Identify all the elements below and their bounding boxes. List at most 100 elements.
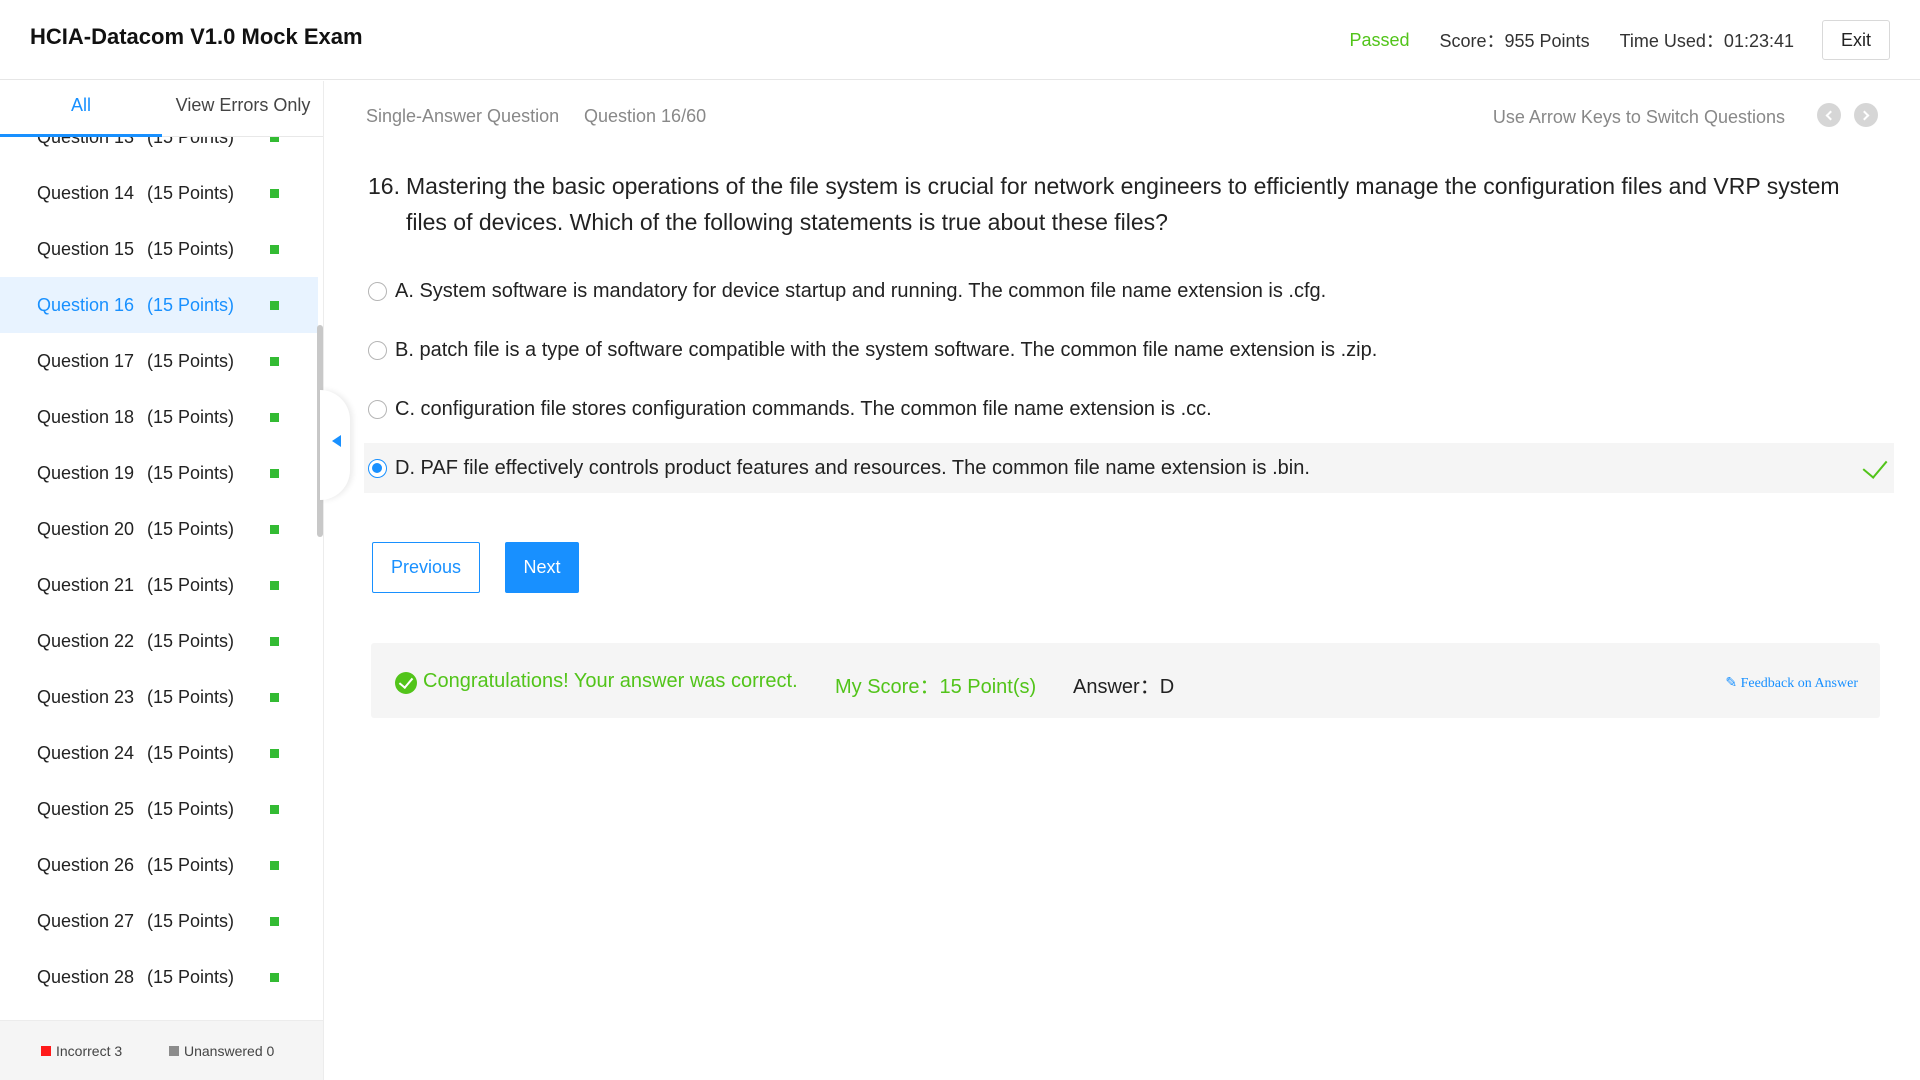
feedback-label: Feedback on Answer — [1740, 676, 1858, 691]
question-item[interactable]: Question 14 (15 Points) — [0, 165, 318, 221]
answered-correct-marker — [270, 692, 279, 702]
question-label: Question 26 — [37, 854, 135, 875]
option-c-radio[interactable] — [368, 399, 387, 419]
prev-question-arrow-button[interactable] — [1817, 103, 1841, 127]
question-points: (15 Points) — [147, 798, 235, 819]
answered-correct-marker — [270, 804, 279, 814]
question-label: Question 18 — [37, 406, 135, 427]
incorrect-swatch-icon — [41, 1046, 51, 1056]
exam-title: HCIA-Datacom V1.0 Mock Exam — [30, 24, 363, 49]
total-score: Score：955 Points — [1439, 31, 1590, 51]
question-label: Question 19 — [37, 462, 135, 483]
question-sidebar: All View Errors Only Question 13 (15 Poin… — [0, 81, 324, 1080]
question-points: (15 Points) — [147, 137, 234, 148]
question-item[interactable]: Question 27 (15 Points) — [0, 893, 318, 949]
success-check-icon — [395, 672, 417, 694]
option-a-radio[interactable] — [368, 281, 387, 301]
next-button[interactable]: Next — [505, 542, 579, 593]
question-points: (15 Points) — [147, 966, 235, 987]
collapse-arrow-icon[interactable] — [332, 435, 341, 447]
feedback-on-answer-link[interactable]: ✎ Feedback on Answer — [1725, 675, 1858, 692]
question-item[interactable]: Question 15 (15 Points) — [0, 221, 318, 277]
header-status: Passed Score：955 Points Time Used：01:23:… — [1349, 20, 1890, 60]
question-points: (15 Points) — [147, 350, 235, 371]
question-label: Question 25 — [37, 798, 135, 819]
option-d[interactable]: D. PAF file effectively controls product… — [364, 443, 1894, 493]
question-type: Single-Answer Question — [366, 106, 560, 126]
unanswered-count: Unanswered 0 — [184, 1043, 275, 1059]
question-points: (15 Points) — [147, 574, 235, 595]
previous-button[interactable]: Previous — [372, 542, 480, 593]
question-points: (15 Points) — [147, 854, 235, 875]
answered-correct-marker — [270, 356, 279, 366]
question-item[interactable]: Question 25 (15 Points) — [0, 781, 318, 837]
sidebar-legend: Incorrect 3 Unanswered 0 — [0, 1020, 323, 1080]
question-item[interactable]: Question 19 (15 Points) — [0, 445, 318, 501]
answered-correct-marker — [270, 412, 279, 422]
question-label: Question 15 — [37, 238, 135, 259]
question-label: Question 17 — [37, 350, 135, 371]
question-item[interactable]: Question 18 (15 Points) — [0, 389, 318, 445]
question-label: Question 28 — [37, 966, 135, 987]
edit-icon: ✎ — [1725, 676, 1738, 691]
answered-correct-marker — [270, 748, 279, 758]
option-b-radio[interactable] — [368, 340, 387, 360]
question-item[interactable]: Question 22 (15 Points) — [0, 613, 318, 669]
question-item[interactable]: Question 24 (15 Points) — [0, 725, 318, 781]
tab-all[interactable]: All — [0, 95, 162, 137]
question-label: Question 23 — [37, 686, 135, 707]
answered-correct-marker — [270, 636, 279, 646]
answered-correct-marker — [270, 188, 279, 198]
question-points: (15 Points) — [147, 686, 235, 707]
answered-correct-marker — [270, 972, 279, 982]
legend-unanswered: Unanswered 0 — [169, 1043, 274, 1059]
option-a-text: A. System software is mandatory for devi… — [395, 279, 1327, 302]
question-points: (15 Points) — [147, 406, 235, 427]
question-item[interactable]: Question 17 (15 Points) — [0, 333, 318, 389]
question-points: (15 Points) — [147, 518, 235, 539]
question-label: Question 20 — [37, 518, 135, 539]
question-label: Question 22 — [37, 630, 135, 651]
answered-correct-marker — [270, 916, 279, 926]
question-label: Question 13 — [37, 137, 134, 148]
my-score: My Score：15 Point(s) — [835, 676, 1037, 698]
question-counter: Question 16/60 — [584, 106, 707, 126]
option-d-radio[interactable] — [368, 458, 387, 478]
question-points: (15 Points) — [147, 182, 235, 203]
question-item[interactable]: Question 20 (15 Points) — [0, 501, 318, 557]
option-c[interactable]: C. configuration file stores configurati… — [364, 384, 1894, 434]
option-d-text: D. PAF file effectively controls product… — [395, 456, 1310, 479]
question-item[interactable]: Question 26 (15 Points) — [0, 837, 318, 893]
answered-correct-marker — [270, 860, 279, 870]
next-question-arrow-button[interactable] — [1854, 103, 1878, 127]
chevron-right-icon — [1859, 110, 1870, 120]
result-message: Congratulations! Your answer was correct… — [423, 670, 798, 692]
correct-check-icon — [1862, 453, 1888, 479]
question-item[interactable]: Question 13 (15 Points) — [0, 137, 318, 165]
exit-button[interactable]: Exit — [1822, 20, 1890, 60]
question-points: (15 Points) — [147, 238, 235, 259]
question-label: Question 14 — [37, 182, 135, 203]
sidebar-tabs: All View Errors Only — [0, 81, 323, 137]
question-item-current[interactable]: Question 16 (15 Points) — [0, 277, 318, 333]
question-label: Question 16 — [37, 294, 135, 315]
answer-result-panel: Congratulations! Your answer was correct… — [371, 643, 1880, 718]
option-b[interactable]: B. patch file is a type of software comp… — [364, 325, 1894, 375]
question-prefix: 16. — [368, 173, 400, 199]
option-a[interactable]: A. System software is mandatory for devi… — [364, 266, 1894, 316]
question-item[interactable]: Question 21 (15 Points) — [0, 557, 318, 613]
question-item[interactable]: Question 28 (15 Points) — [0, 949, 318, 1005]
incorrect-count: Incorrect 3 — [56, 1043, 123, 1059]
pass-status: Passed — [1349, 29, 1410, 50]
option-b-text: B. patch file is a type of software comp… — [395, 338, 1378, 361]
tab-view-errors-only[interactable]: View Errors Only — [162, 95, 323, 135]
top-bar: HCIA-Datacom V1.0 Mock Exam Passed Score… — [0, 0, 1920, 80]
chevron-left-icon — [1825, 110, 1836, 120]
question-points: (15 Points) — [147, 742, 235, 763]
answered-correct-marker — [270, 300, 279, 310]
answered-correct-marker — [270, 137, 279, 142]
answered-correct-marker — [270, 524, 279, 534]
answered-correct-marker — [270, 468, 279, 478]
question-item[interactable]: Question 23 (15 Points) — [0, 669, 318, 725]
answered-correct-marker — [270, 244, 279, 254]
